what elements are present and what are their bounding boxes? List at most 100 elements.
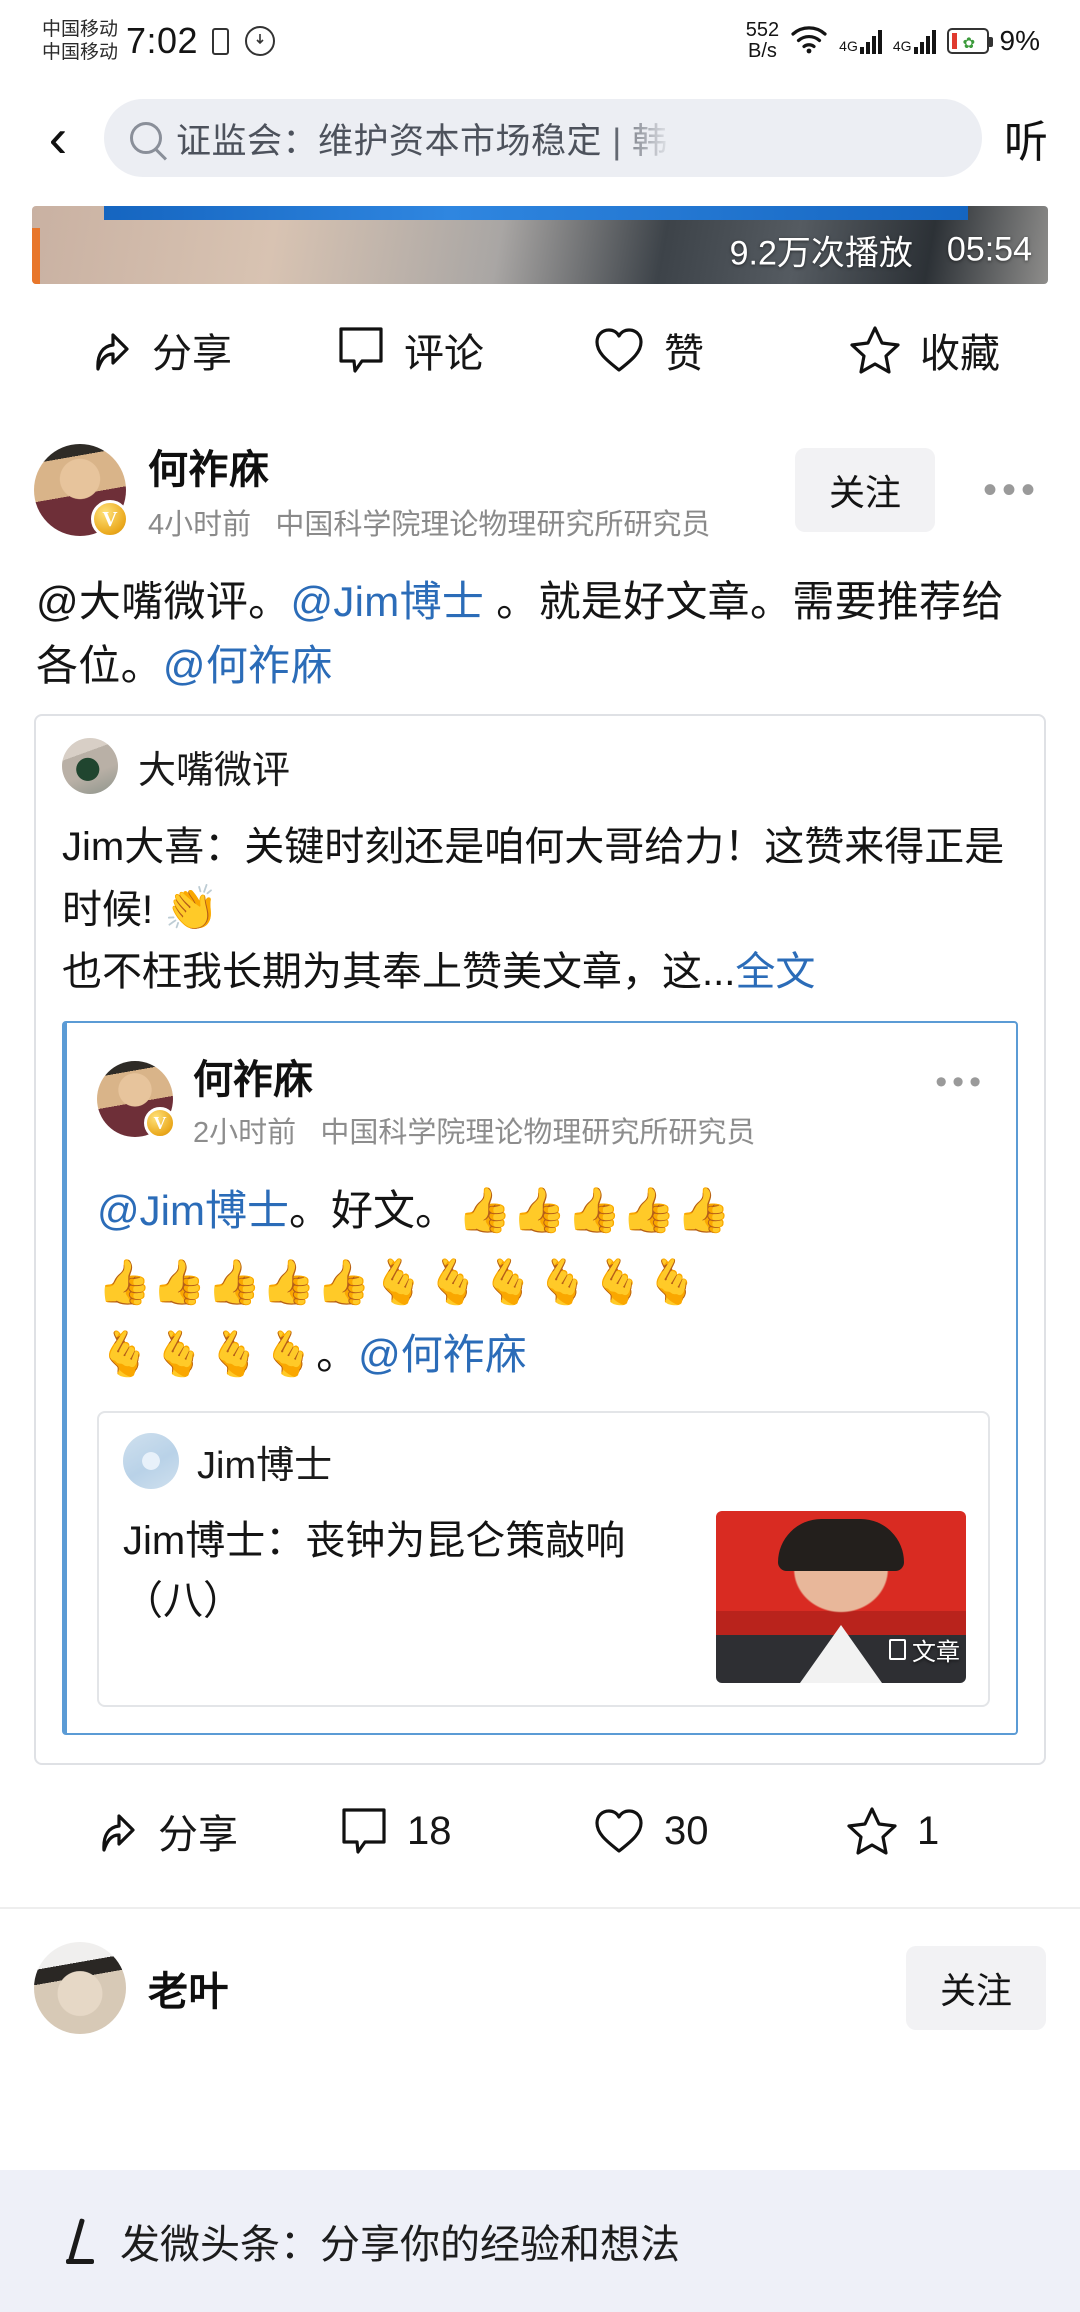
post-author-meta: 何祚庥 4小时前 中国科学院理论物理研究所研究员 [148,437,773,543]
composer-placeholder[interactable]: 发微头条：分享你的经验和想法 [120,2212,680,2270]
inner-mention-jim[interactable]: @Jim博士 [97,1187,289,1234]
status-bar-right: 552 B/s 4G 4G ✿ 9% [746,20,1040,62]
thumbnail-portrait-hair [778,1519,904,1571]
comment-button-bottom[interactable]: 18 [287,1805,540,1857]
next-post-follow-button[interactable]: 关注 [905,1946,1046,2030]
search-icon [130,122,162,154]
quoted-text-line-2: 也不枉我长期为其奉上赞美文章，这... [62,950,736,994]
like-button-top[interactable]: 赞 [540,321,796,379]
video-banner-overlay [104,206,968,220]
article-author-row: Jim博士 [123,1433,966,1489]
post-author-name[interactable]: 何祚庥 [148,437,773,495]
next-post-author-name[interactable]: 老叶 [148,1959,884,2017]
quoted-author-name[interactable]: 大嘴微评 [138,739,290,794]
battery-icon: ✿ [946,28,993,54]
carrier-label-2: 中国移动 [42,42,119,63]
share-label-bottom: 分享 [158,1813,238,1857]
share-icon [96,333,129,371]
heart-icon [595,328,643,372]
network-type-label-2: 4G [892,38,912,54]
inner-author-name[interactable]: 何祚庥 [193,1047,755,1105]
video-play-count: 9.2万次播放 [729,234,913,273]
quoted-post-text: Jim大喜：关键时刻还是咱何大哥给力！这赞来得正是时候! 👏 也不枉我长期为其奉… [62,816,1018,1003]
favorite-button-bottom[interactable]: 1 [793,1805,1046,1857]
finger-heart-emoji-row-3: 🫰🫰🫰🫰 [97,1330,317,1379]
post-author-subtitle: 4小时前 中国科学院理论物理研究所研究员 [148,501,773,543]
status-bar-left: 中国移动 中国移动 7:02 [42,18,276,64]
carrier-labels: 中国移动 中国移动 [42,18,118,64]
comment-count: 18 [407,1808,452,1853]
inner-mention-hezuoxiu[interactable]: @何祚庥 [358,1331,527,1378]
network-speed-unit: B/s [748,40,777,62]
status-bar: 中国移动 中国移动 7:02 552 B/s 4G 4G ✿ 9% [0,0,1080,82]
power-saver-leaf-icon: ✿ [962,35,976,52]
favorite-label-top: 收藏 [920,332,1000,376]
avatar[interactable]: V [34,444,129,538]
more-options-icon[interactable]: ••• [957,468,1046,513]
comment-icon [339,327,383,373]
listen-button[interactable]: 听 [1000,106,1054,170]
inner-more-options-icon[interactable]: ••• [935,1063,986,1102]
back-icon[interactable]: ‹ [30,106,86,170]
share-button-bottom[interactable]: 分享 [34,1802,287,1860]
post-mention-jim[interactable]: @Jim博士 [290,578,484,625]
like-label-top: 赞 [664,332,704,376]
favorite-button-top[interactable]: 收藏 [796,321,1052,379]
heart-icon [595,1809,643,1853]
post-mention-hezuoxiu[interactable]: @何祚庥 [163,642,333,689]
wifi-icon [790,24,828,59]
article-author-name[interactable]: Jim博士 [197,1434,332,1489]
network-type-label-1: 4G [839,38,858,54]
comment-button-top[interactable]: 评论 [284,321,540,379]
pencil-icon [56,2218,96,2264]
like-count: 30 [664,1808,709,1853]
article-author-avatar[interactable] [123,1433,179,1489]
network-speed: 552 B/s [746,20,779,62]
favorite-count: 1 [917,1808,940,1853]
inner-post-text: @Jim博士。好文。👍👍👍👍👍 👍👍👍👍👍🫰🫰🫰🫰🫰🫰 🫰🫰🫰🫰。@何祚庥 [97,1175,990,1391]
post-text: @大嘴微评。@Jim博士 。就是好文章。需要推荐给各位。@何祚庥 [36,570,1044,698]
next-post-author-meta: 老叶 [148,1959,884,2017]
search-input[interactable]: 证监会：维护资本市场稳定 | 韩 [176,113,678,164]
data-saver-icon [245,26,276,56]
next-post-author-row: 老叶 关注 [34,1933,1046,2043]
search-bar[interactable]: 证监会：维护资本市场稳定 | 韩 [104,99,982,177]
signal-icon-1: 4G [839,28,882,54]
article-type-label: 文章 [912,1639,960,1666]
next-post-avatar[interactable] [34,1942,126,2034]
vibrate-icon [212,27,230,55]
signal-bars-2 [913,28,936,54]
post-author-title: 中国科学院理论物理研究所研究员 [275,509,711,541]
post-time: 4小时前 [148,509,252,541]
next-post-preview[interactable]: 老叶 关注 [0,1933,1080,2043]
inner-text-period: 。 [316,1331,359,1378]
action-bar-top: 分享 评论 赞 收藏 [0,284,1080,416]
article-thumbnail[interactable]: 文章 [716,1511,966,1683]
battery-percent-label: 9% [999,25,1040,56]
inner-verified-badge-icon: V [144,1107,176,1139]
expand-full-text-link[interactable]: 全文 [735,950,815,994]
inner-author-subtitle: 2小时前 中国科学院理论物理研究所研究员 [193,1109,755,1151]
follow-button[interactable]: 关注 [794,448,935,532]
composer-bar[interactable]: 发微头条：分享你的经验和想法 [0,2170,1080,2312]
share-label-top: 分享 [152,332,232,376]
video-thumbnail[interactable]: 9.2万次播放 05:54 [32,206,1048,284]
share-button-top[interactable]: 分享 [28,321,284,379]
thumbs-up-emoji-row-1: 👍👍👍👍👍 [456,1186,731,1235]
network-speed-value: 552 [745,19,780,41]
top-navigation-bar: ‹ 证监会：维护资本市场稳定 | 韩 听 [0,82,1080,194]
signal-bars-1 [859,28,882,54]
inner-quoted-post-card[interactable]: V 何祚庥 2小时前 中国科学院理论物理研究所研究员 ••• @Jim博士。好文… [62,1021,1018,1735]
quoted-avatar[interactable] [62,738,118,794]
article-card[interactable]: Jim博士 Jim博士：丧钟为昆仑策敲响（八） 文章 [97,1411,990,1707]
signal-icon-2: 4G [893,28,936,54]
article-title[interactable]: Jim博士：丧钟为昆仑策敲响（八） [123,1511,696,1631]
finger-heart-emoji-row-2: 🫰🫰🫰🫰🫰🫰 [370,1258,700,1307]
quoted-post-card[interactable]: 大嘴微评 Jim大喜：关键时刻还是咱何大哥给力！这赞来得正是时候! 👏 也不枉我… [34,714,1046,1765]
inner-avatar[interactable]: V [97,1061,176,1139]
post-container: V 何祚庥 4小时前 中国科学院理论物理研究所研究员 关注 ••• @大嘴微评。… [0,430,1080,1897]
like-button-bottom[interactable]: 30 [540,1806,793,1856]
article-body: Jim博士：丧钟为昆仑策敲响（八） 文章 [123,1511,966,1683]
post-divider [0,1907,1080,1909]
video-meta: 9.2万次播放 05:54 [730,225,1032,274]
